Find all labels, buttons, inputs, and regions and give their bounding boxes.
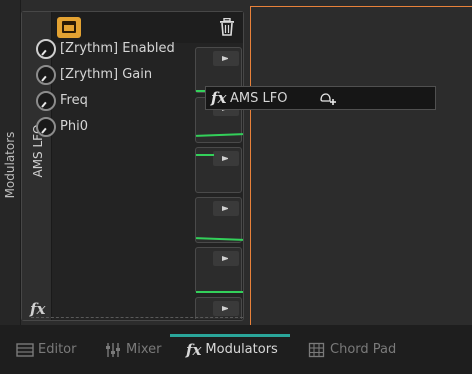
- output-graph: [195, 247, 243, 293]
- param-label: Freq: [60, 93, 88, 108]
- param-row: Phi0: [33, 115, 203, 141]
- output-graph: [195, 147, 242, 193]
- fx-icon: fx: [186, 340, 202, 359]
- output-graph: [195, 297, 242, 319]
- editor-icon: [16, 342, 34, 357]
- delete-icon[interactable]: [219, 18, 235, 36]
- tab-chord-pad[interactable]: Chord Pad: [308, 325, 396, 374]
- param-list: [Zrythm] Enabled [Zrythm] Gain Freq Phi0: [33, 37, 203, 141]
- modulators-side-tab-label: Modulators: [3, 131, 17, 199]
- drag-preview-label: AMS LFO: [230, 91, 288, 106]
- fx-icon: fx: [30, 300, 46, 318]
- bottom-tab-bar: Editor Mixer fx Modulators Chord Pad: [0, 325, 472, 374]
- param-label: [Zrythm] Enabled: [60, 41, 175, 56]
- waveform-line: [195, 237, 243, 241]
- output-route-button[interactable]: [213, 151, 239, 166]
- output-graph: [195, 197, 243, 243]
- waveform-line: [195, 133, 243, 137]
- card-divider: [31, 317, 243, 318]
- active-tab-indicator: [170, 334, 290, 337]
- modulators-side-tab[interactable]: Modulators: [0, 0, 21, 325]
- modulator-drop-area[interactable]: [250, 6, 472, 326]
- tab-modulators-label: Modulators: [205, 342, 278, 357]
- param-knob[interactable]: [36, 39, 56, 59]
- window-icon: [62, 21, 76, 33]
- mixer-icon: [106, 342, 120, 357]
- output-route-button[interactable]: [213, 251, 239, 266]
- param-knob[interactable]: [36, 91, 56, 111]
- param-knob[interactable]: [36, 117, 56, 137]
- tab-mixer-label: Mixer: [126, 342, 162, 357]
- param-row: [Zrythm] Enabled: [33, 37, 203, 63]
- tab-mixer[interactable]: Mixer: [104, 325, 161, 374]
- tab-chord-pad-label: Chord Pad: [330, 342, 397, 357]
- output-route-button[interactable]: [213, 51, 239, 66]
- output-route-button[interactable]: [213, 201, 239, 216]
- copy-cursor-icon: [320, 93, 336, 105]
- tab-editor[interactable]: Editor: [16, 325, 76, 374]
- waveform-line: [196, 291, 243, 293]
- tab-modulators[interactable]: fx Modulators: [170, 325, 290, 374]
- param-label: Phi0: [60, 119, 88, 134]
- show-ui-button[interactable]: [57, 17, 81, 38]
- param-knob[interactable]: [36, 65, 56, 85]
- tab-editor-label: Editor: [38, 342, 77, 357]
- param-row: [Zrythm] Gain: [33, 63, 203, 89]
- param-label: [Zrythm] Gain: [60, 67, 153, 82]
- fx-icon: fx: [211, 89, 227, 107]
- output-route-button[interactable]: [213, 301, 239, 316]
- waveform-line: [196, 154, 214, 156]
- param-row: Freq: [33, 89, 203, 115]
- grid-icon: [308, 342, 325, 357]
